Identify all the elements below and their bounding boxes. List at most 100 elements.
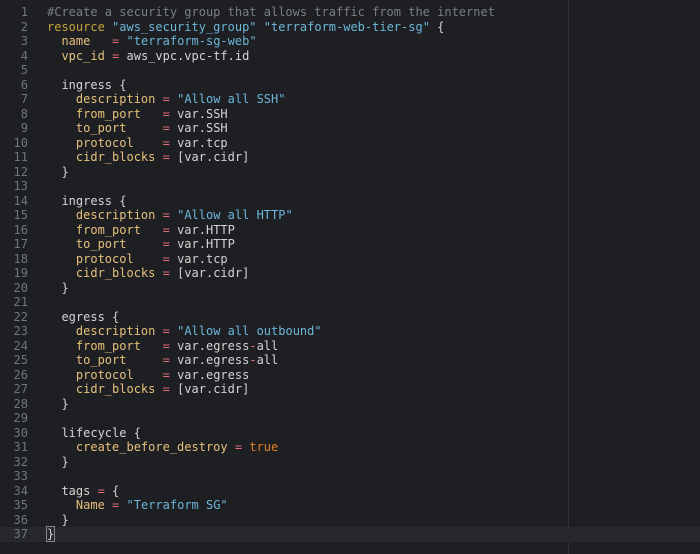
code-token: description bbox=[75, 208, 156, 222]
code-line[interactable]: 2 resource "aws_security_group" "terrafor… bbox=[0, 20, 700, 35]
code-line[interactable]: 10 protocol = var.tcp bbox=[0, 136, 700, 151]
code-token: create_before_destroy bbox=[75, 440, 228, 454]
code-token: = bbox=[162, 353, 170, 367]
code-token: = bbox=[162, 237, 170, 251]
code-line[interactable]: 23 description = "Allow all outbound" bbox=[0, 324, 700, 339]
line-number: 17 bbox=[13, 237, 28, 251]
code-line[interactable]: 33 bbox=[0, 469, 700, 484]
line-text: protocol = var.egress bbox=[47, 368, 249, 383]
code-line[interactable]: 37} bbox=[0, 526, 700, 542]
line-text: resource "aws_security_group" "terraform… bbox=[47, 20, 444, 35]
code-line[interactable]: 22 egress { bbox=[0, 310, 700, 325]
code-line[interactable]: 20 } bbox=[0, 281, 700, 296]
code-line[interactable]: 15 description = "Allow all HTTP" bbox=[0, 208, 700, 223]
code-area[interactable]: 1 #Create a security group that allows tr… bbox=[0, 5, 700, 542]
line-number: 29 bbox=[13, 411, 28, 425]
code-token: all bbox=[256, 353, 279, 367]
code-line[interactable]: 28 } bbox=[0, 397, 700, 412]
code-token: "Allow all SSH" bbox=[177, 92, 286, 106]
code-line[interactable]: 34 tags = { bbox=[0, 484, 700, 499]
line-number: 23 bbox=[13, 324, 28, 338]
code-token: - bbox=[249, 338, 257, 353]
code-line[interactable]: 21 bbox=[0, 295, 700, 310]
code-editor[interactable]: 1 #Create a security group that allows tr… bbox=[0, 0, 700, 554]
code-line[interactable]: 5 bbox=[0, 63, 700, 78]
code-line[interactable]: 17 to_port = var.HTTP bbox=[0, 237, 700, 252]
line-text: tags = { bbox=[47, 484, 119, 499]
code-line[interactable]: 1 #Create a security group that allows tr… bbox=[0, 5, 700, 20]
code-line[interactable]: 30 lifecycle { bbox=[0, 426, 700, 441]
code-line[interactable]: 11 cidr_blocks = [var.cidr] bbox=[0, 150, 700, 165]
code-line[interactable]: 6 ingress { bbox=[0, 78, 700, 93]
line-text: to_port = var.HTTP bbox=[47, 237, 235, 252]
code-line[interactable]: 24 from_port = var.egress-all bbox=[0, 339, 700, 354]
code-token: = bbox=[234, 440, 243, 454]
code-line[interactable]: 29 bbox=[0, 411, 700, 426]
line-number: 3 bbox=[20, 34, 28, 48]
line-text: from_port = var.SSH bbox=[47, 107, 228, 122]
code-token: vpc_id bbox=[61, 48, 105, 63]
code-line[interactable]: 4 vpc_id = aws_vpc.vpc-tf.id bbox=[0, 49, 700, 64]
code-line[interactable]: 27 cidr_blocks = [var.cidr] bbox=[0, 382, 700, 397]
code-line[interactable]: 14 ingress { bbox=[0, 194, 700, 209]
code-line[interactable]: 35 Name = "Terraform SG" bbox=[0, 498, 700, 513]
code-line[interactable]: 25 to_port = var.egress-all bbox=[0, 353, 700, 368]
line-text: ingress { bbox=[47, 78, 126, 93]
code-token: { bbox=[104, 483, 120, 498]
code-line[interactable]: 16 from_port = var.HTTP bbox=[0, 223, 700, 238]
code-token: = bbox=[162, 338, 170, 353]
code-token: protocol bbox=[75, 367, 134, 382]
code-token: "Allow all outbound" bbox=[177, 324, 322, 338]
code-line[interactable]: 3 name = "terraform-sg-web" bbox=[0, 34, 700, 49]
code-line[interactable]: 26 protocol = var.egress bbox=[0, 368, 700, 383]
code-token: "Allow all HTTP" bbox=[177, 208, 293, 222]
code-token: cidr_blocks bbox=[75, 150, 156, 164]
code-line[interactable]: 9 to_port = var.SSH bbox=[0, 121, 700, 136]
line-text: cidr_blocks = [var.cidr] bbox=[47, 266, 249, 281]
code-token: } bbox=[47, 512, 69, 527]
code-line[interactable]: 31 create_before_destroy = true bbox=[0, 440, 700, 455]
code-line[interactable]: 12 } bbox=[0, 165, 700, 180]
line-number: 6 bbox=[20, 77, 28, 92]
code-line[interactable]: 18 protocol = var.tcp bbox=[0, 252, 700, 267]
code-token: } bbox=[47, 396, 69, 411]
code-token: } bbox=[47, 280, 69, 295]
code-token: "terraform-sg-web" bbox=[126, 34, 257, 48]
line-text: } bbox=[47, 280, 69, 296]
line-number: 20 bbox=[13, 280, 28, 295]
code-token: "terraform-web-tier-sg" bbox=[263, 19, 430, 34]
line-text: Name = "Terraform SG" bbox=[47, 498, 228, 513]
code-line[interactable]: 36 } bbox=[0, 513, 700, 528]
code-line[interactable]: 19 cidr_blocks = [var.cidr] bbox=[0, 266, 700, 281]
code-token: "Terraform SG" bbox=[126, 498, 228, 512]
code-token: [var.cidr] bbox=[169, 382, 250, 396]
line-text: cidr_blocks = [var.cidr] bbox=[47, 382, 249, 397]
code-line[interactable]: 7 description = "Allow all SSH" bbox=[0, 92, 700, 107]
code-line[interactable]: 8 from_port = var.SSH bbox=[0, 107, 700, 122]
line-number: 16 bbox=[13, 222, 28, 237]
code-token: = bbox=[162, 92, 170, 106]
code-token: true bbox=[249, 440, 279, 454]
line-number: 27 bbox=[13, 382, 28, 396]
code-line[interactable]: 32 } bbox=[0, 455, 700, 470]
code-line[interactable]: 13 bbox=[0, 179, 700, 194]
code-token: to_port bbox=[75, 121, 127, 135]
